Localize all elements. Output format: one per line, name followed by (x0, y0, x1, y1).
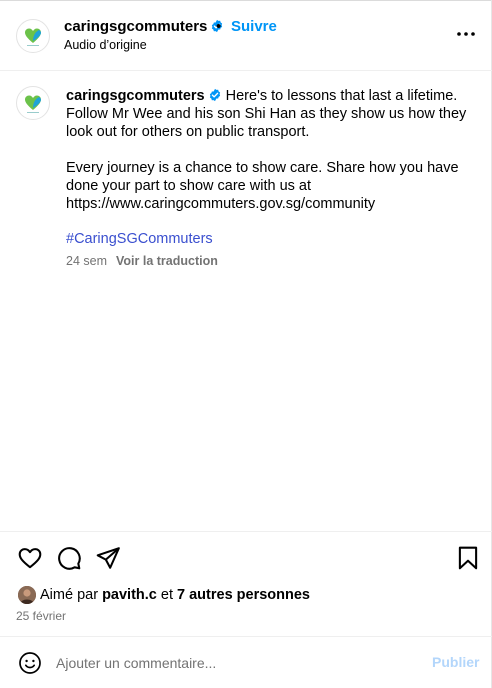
likes-summary: Aimé par pavith.c et 7 autres personnes (40, 587, 310, 603)
logo-icon (25, 28, 41, 46)
comment-icon[interactable] (56, 545, 82, 571)
verified-icon (209, 88, 220, 102)
username-text[interactable]: caringsgcommuters (64, 18, 207, 35)
caption-text: caringsgcommuters Here's to lessons that… (66, 87, 470, 213)
heart-icon[interactable] (17, 545, 43, 571)
hashtag-link[interactable]: #CaringSGCommuters (66, 231, 213, 247)
more-options-icon[interactable] (456, 26, 476, 42)
liker-username[interactable]: pavith.c (102, 587, 157, 603)
publish-button[interactable]: Publier (432, 654, 479, 670)
header-username[interactable]: caringsgcommuters (64, 18, 224, 35)
comment-input[interactable] (56, 652, 416, 674)
share-icon[interactable] (95, 545, 121, 571)
divider (0, 531, 492, 532)
follow-button[interactable]: Suivre (231, 18, 277, 35)
original-audio-link[interactable]: Audio d’origine (64, 38, 147, 52)
caption-meta: 24 sem Voir la traduction (66, 254, 218, 268)
liker-avatar[interactable] (18, 586, 36, 604)
likes-prefix: Aimé par (40, 587, 99, 603)
post-date[interactable]: 25 février (16, 609, 66, 623)
likes-others-link[interactable]: 7 autres personnes (177, 587, 310, 603)
logo-icon (25, 95, 41, 113)
see-translation-button[interactable]: Voir la traduction (116, 254, 218, 268)
bookmark-icon[interactable] (455, 545, 481, 571)
caption-paragraph-2: Every journey is a chance to show care. … (66, 160, 459, 212)
caption-username[interactable]: caringsgcommuters (66, 88, 205, 104)
likes-connector: et (160, 587, 173, 603)
caption-avatar[interactable] (16, 86, 50, 120)
caption-paragraph-1: caringsgcommuters Here's to lessons that… (66, 87, 470, 141)
profile-avatar[interactable] (16, 19, 50, 53)
divider (0, 636, 492, 637)
post-age[interactable]: 24 sem (66, 254, 107, 268)
post-header: caringsgcommuters • Suivre Audio d’origi… (0, 0, 492, 71)
separator-dot: • (216, 18, 222, 35)
emoji-icon[interactable] (18, 651, 42, 675)
avatar-photo (18, 586, 36, 604)
